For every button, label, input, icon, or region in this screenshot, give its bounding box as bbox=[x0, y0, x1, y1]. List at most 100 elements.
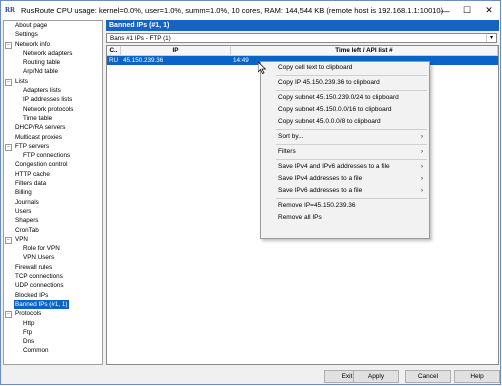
tree-item-label: Multicast proxies bbox=[15, 133, 62, 141]
tree-item-label: Arp/Nd table bbox=[23, 68, 59, 76]
context-menu-item[interactable]: Remove all IPs bbox=[261, 212, 429, 224]
menu-item-label: Remove IP=45.150.239.36 bbox=[278, 202, 356, 209]
menu-separator bbox=[276, 198, 427, 199]
context-menu-item[interactable]: Copy subnet 45.0.0.0/8 to clipboard bbox=[261, 116, 429, 128]
context-menu-item[interactable]: Save IPv6 addresses to a file › bbox=[261, 185, 429, 197]
tree-item[interactable]: Multicast proxies bbox=[4, 133, 102, 142]
cancel-button[interactable]: Cancel bbox=[405, 370, 451, 383]
tree-item[interactable]: TCP connections bbox=[4, 272, 102, 281]
column-header-ip[interactable]: IP bbox=[121, 46, 231, 55]
collapse-icon[interactable]: − bbox=[5, 236, 12, 244]
tree-item[interactable]: Time table bbox=[4, 114, 102, 123]
tree-item[interactable]: CronTab bbox=[4, 226, 102, 235]
tree-item-label: IP addresses lists bbox=[23, 96, 73, 104]
tree-item[interactable]: Firewall rules bbox=[4, 263, 102, 272]
tree-item[interactable]: Shapers bbox=[4, 216, 102, 225]
tree-item[interactable]: Billing bbox=[4, 188, 102, 197]
menu-item-label: Save IPv6 addresses to a file bbox=[278, 187, 363, 194]
ban-list-dropdown[interactable]: Bans #1 IPs - FTP (1) ▾ bbox=[106, 33, 497, 43]
dropdown-value: Bans #1 IPs - FTP (1) bbox=[110, 35, 171, 42]
tree-item[interactable]: IP addresses lists bbox=[4, 95, 102, 104]
minimize-button[interactable]: — bbox=[434, 1, 456, 20]
tree-item[interactable]: Http bbox=[4, 319, 102, 328]
tree-item-label: Ftp bbox=[23, 328, 33, 336]
context-menu-item[interactable]: Copy subnet 45.150.239.0/24 to clipboard bbox=[261, 92, 429, 104]
tree-item[interactable]: UDP connections bbox=[4, 281, 102, 290]
tree-item[interactable]: − VPN bbox=[4, 235, 102, 244]
chevron-right-icon: › bbox=[421, 149, 423, 155]
tree-item[interactable]: Filters data bbox=[4, 179, 102, 188]
collapse-icon[interactable]: − bbox=[5, 143, 12, 151]
chevron-right-icon: › bbox=[421, 176, 423, 182]
maximize-button[interactable]: ☐ bbox=[456, 1, 478, 20]
menu-item-label: Copy subnet 45.0.0.0/8 to clipboard bbox=[278, 118, 381, 125]
context-menu-item[interactable]: Copy IP 45.150.239.36 to clipboard bbox=[261, 77, 429, 89]
menu-item-label: Copy subnet 45.150.239.0/24 to clipboard bbox=[278, 94, 399, 101]
tree-item[interactable]: DHCP/RA servers bbox=[4, 123, 102, 132]
chevron-down-icon[interactable]: ▾ bbox=[486, 34, 496, 42]
tree-item[interactable]: − Network info bbox=[4, 40, 102, 49]
help-button[interactable]: Help bbox=[454, 370, 500, 383]
cell-country[interactable]: RU bbox=[107, 56, 121, 65]
tree-item[interactable]: Adapters lists bbox=[4, 86, 102, 95]
tree-item[interactable]: − Lists bbox=[4, 77, 102, 86]
tree-item-label: Dns bbox=[23, 338, 35, 346]
menu-separator bbox=[276, 144, 427, 145]
tree-item[interactable]: Congestion control bbox=[4, 160, 102, 169]
context-menu-item[interactable]: Copy cell text to clipboard bbox=[261, 62, 429, 74]
collapse-icon[interactable]: − bbox=[5, 78, 12, 86]
collapse-icon[interactable]: − bbox=[5, 311, 12, 319]
tree-item[interactable]: HTTP cache bbox=[4, 170, 102, 179]
tree-item-label: Billing bbox=[15, 189, 32, 197]
tree-item-label: VPN Users bbox=[23, 254, 55, 262]
close-button[interactable]: ✕ bbox=[478, 1, 500, 20]
tree-item-label: FTP connections bbox=[23, 152, 71, 160]
tree-item[interactable]: Network adapters bbox=[4, 49, 102, 58]
tree-item-label: VPN bbox=[15, 235, 28, 243]
tree-item[interactable]: Routing table bbox=[4, 58, 102, 67]
menu-separator bbox=[276, 129, 427, 130]
menu-item-label: Save IPv4 addresses to a file bbox=[278, 175, 363, 182]
tree-item[interactable]: VPN Users bbox=[4, 253, 102, 262]
tree-item-label: CronTab bbox=[15, 226, 39, 234]
tree-item[interactable]: Role for VPN bbox=[4, 244, 102, 253]
app-icon: RR bbox=[5, 5, 16, 14]
column-header-country[interactable]: C.. bbox=[107, 46, 121, 55]
context-menu-item[interactable]: Sort by... › bbox=[261, 131, 429, 143]
context-menu-item[interactable]: Filters › bbox=[261, 146, 429, 158]
tree-item[interactable]: Dns bbox=[4, 337, 102, 346]
tree-item-label: Shapers bbox=[15, 217, 39, 225]
context-menu-item[interactable]: Save IPv4 addresses to a file › bbox=[261, 173, 429, 185]
tree-item[interactable]: Users bbox=[4, 207, 102, 216]
column-header-time-left[interactable]: Time left / API list # bbox=[231, 46, 498, 55]
tree-item-label: DHCP/RA servers bbox=[15, 124, 66, 132]
window-title: RusRoute CPU usage: kernel=0.0%, user=1.… bbox=[21, 6, 444, 15]
apply-button[interactable]: Apply bbox=[353, 370, 399, 383]
tree-item[interactable]: Network protocols bbox=[4, 105, 102, 114]
tree-item-label: Firewall rules bbox=[15, 263, 53, 271]
tree-item[interactable]: Settings bbox=[4, 30, 102, 39]
context-menu-item[interactable]: Save IPv4 and IPv6 addresses to a file › bbox=[261, 161, 429, 173]
tree-item[interactable]: About page bbox=[4, 21, 102, 30]
collapse-icon[interactable]: − bbox=[5, 41, 12, 49]
tree-item[interactable]: Journals bbox=[4, 198, 102, 207]
menu-item-label: Save IPv4 and IPv6 addresses to a file bbox=[278, 163, 390, 170]
tree-item-label: Network info bbox=[15, 40, 50, 48]
app-window: RR RusRoute CPU usage: kernel=0.0%, user… bbox=[0, 0, 501, 385]
tree-item[interactable]: FTP connections bbox=[4, 151, 102, 160]
tree-item[interactable]: Ftp bbox=[4, 328, 102, 337]
context-menu-item[interactable]: Remove IP=45.150.239.36 bbox=[261, 200, 429, 212]
tree-item-label: Http bbox=[23, 319, 35, 327]
tree-item[interactable]: Arp/Nd table bbox=[4, 67, 102, 76]
context-menu-item[interactable]: Copy subnet 45.150.0.0/16 to clipboard bbox=[261, 104, 429, 116]
tree-item[interactable]: Common bbox=[4, 346, 102, 355]
tree-item[interactable]: Banned IPs (#1, 1) bbox=[4, 299, 102, 310]
window-controls: — ☐ ✕ bbox=[434, 1, 500, 20]
tree-item[interactable]: − Protocols bbox=[4, 309, 102, 319]
tree-item-label: Routing table bbox=[23, 59, 61, 67]
tree-item[interactable]: Blocked IPs bbox=[4, 291, 102, 300]
cell-ip[interactable]: 45.150.239.36 bbox=[121, 56, 231, 65]
tree-item[interactable]: − FTP servers bbox=[4, 142, 102, 151]
menu-item-label: Copy subnet 45.150.0.0/16 to clipboard bbox=[278, 106, 392, 113]
navigation-tree[interactable]: About page Settings − Network info Network a… bbox=[3, 20, 103, 365]
